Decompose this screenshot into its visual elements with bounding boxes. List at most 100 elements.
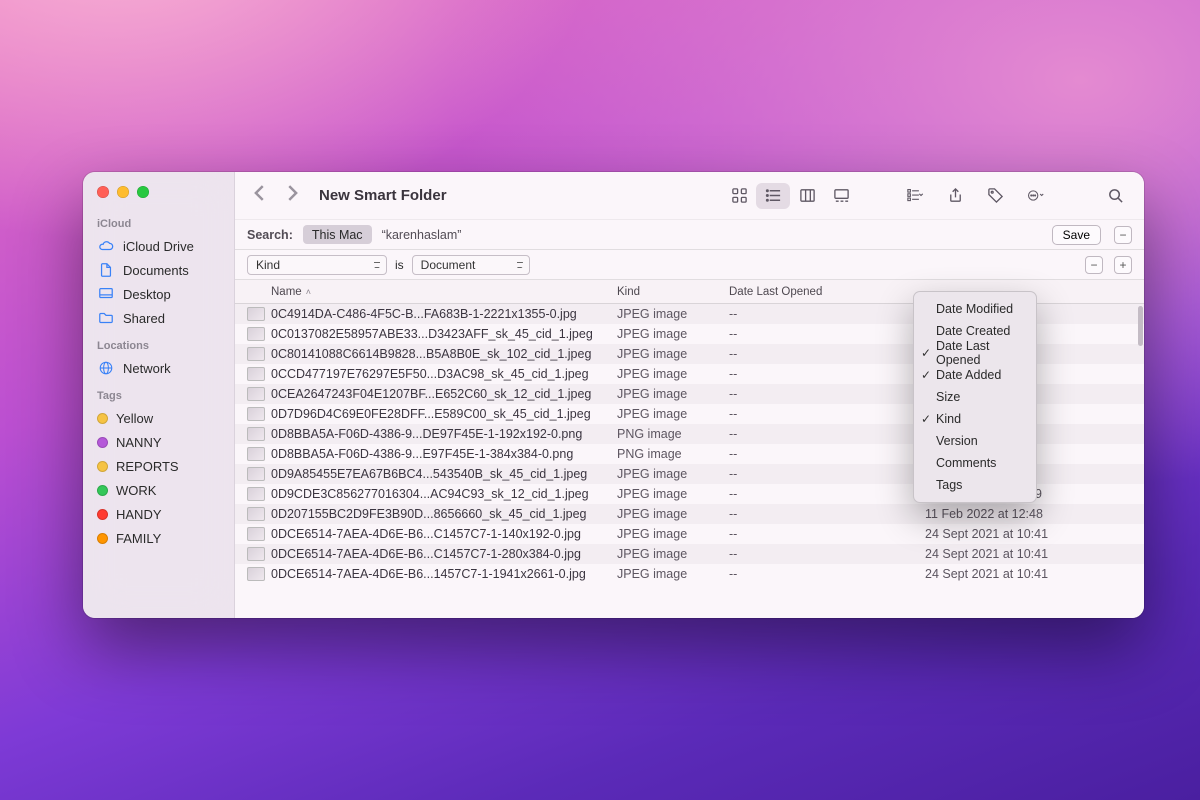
column-picker-item[interactable]: Date Added <box>914 364 1036 386</box>
file-thumbnail-icon <box>247 567 265 581</box>
file-row[interactable]: 0DCE6514-7AEA-4D6E-B6...C1457C7-1-140x19… <box>235 524 1144 544</box>
add-criteria-button[interactable]: + <box>1114 256 1132 274</box>
doc-icon <box>97 262 115 278</box>
sidebar-item[interactable]: Documents <box>83 258 234 282</box>
folder-icon <box>97 310 115 326</box>
scope-this-mac[interactable]: This Mac <box>303 225 372 244</box>
file-kind: JPEG image <box>617 307 729 321</box>
view-switcher <box>722 183 858 209</box>
file-date-last-opened: -- <box>729 567 925 581</box>
sidebar-item[interactable]: Yellow <box>83 406 234 430</box>
sidebar-group-label: Locations <box>83 330 234 356</box>
file-kind: JPEG image <box>617 527 729 541</box>
file-thumbnail-icon <box>247 347 265 361</box>
traffic-lights <box>83 182 234 208</box>
gallery-view-button[interactable] <box>824 183 858 209</box>
sidebar-item[interactable]: REPORTS <box>83 454 234 478</box>
sidebar-item[interactable]: Network <box>83 356 234 380</box>
sidebar-item-label: Shared <box>123 311 165 326</box>
sidebar-item[interactable]: iCloud Drive <box>83 234 234 258</box>
file-kind: JPEG image <box>617 467 729 481</box>
close-window-button[interactable] <box>97 186 109 198</box>
sidebar-item[interactable]: Desktop <box>83 282 234 306</box>
minimize-window-button[interactable] <box>117 186 129 198</box>
main-pane: New Smart Folder <box>235 172 1144 618</box>
column-header-name[interactable]: Name ˄ <box>271 286 617 298</box>
column-picker-item[interactable]: Date Modified <box>914 298 1036 320</box>
column-picker-item[interactable]: Tags <box>914 474 1036 496</box>
sidebar-item-label: Network <box>123 361 171 376</box>
file-date-last-opened: -- <box>729 407 925 421</box>
tag-color-dot <box>97 437 108 448</box>
file-kind: JPEG image <box>617 407 729 421</box>
column-picker-item[interactable]: Size <box>914 386 1036 408</box>
remove-criteria-button[interactable]: − <box>1085 256 1103 274</box>
file-thumbnail-icon <box>247 327 265 341</box>
zoom-window-button[interactable] <box>137 186 149 198</box>
file-date-last-opened: -- <box>729 367 925 381</box>
desktop-wallpaper: iCloudiCloud DriveDocumentsDesktopShared… <box>0 0 1200 800</box>
file-thumbnail-icon <box>247 407 265 421</box>
file-name: 0DCE6514-7AEA-4D6E-B6...C1457C7-1-280x38… <box>271 547 617 561</box>
forward-button[interactable] <box>281 182 303 209</box>
group-by-button[interactable] <box>900 183 930 209</box>
criteria-attribute-select[interactable]: Kind <box>247 255 387 275</box>
sidebar-item-label: REPORTS <box>116 459 179 474</box>
file-date-last-opened: -- <box>729 447 925 461</box>
column-header-date-last-opened[interactable]: Date Last Opened <box>729 286 925 298</box>
file-date-last-opened: -- <box>729 387 925 401</box>
file-kind: JPEG image <box>617 547 729 561</box>
scrollbar-thumb[interactable] <box>1138 306 1143 346</box>
back-button[interactable] <box>249 182 271 209</box>
column-picker-item[interactable]: Version <box>914 430 1036 452</box>
column-picker-item[interactable]: Comments <box>914 452 1036 474</box>
globe-icon <box>97 360 115 376</box>
file-kind: PNG image <box>617 447 729 461</box>
sidebar-item[interactable]: HANDY <box>83 502 234 526</box>
file-date-last-opened: -- <box>729 487 925 501</box>
sidebar-item-label: FAMILY <box>116 531 161 546</box>
tags-button[interactable] <box>980 183 1010 209</box>
remove-scope-button[interactable]: − <box>1114 226 1132 244</box>
file-date-added: 24 Sept 2021 at 10:41 <box>925 547 1144 561</box>
file-thumbnail-icon <box>247 467 265 481</box>
sidebar: iCloudiCloud DriveDocumentsDesktopShared… <box>83 172 235 618</box>
column-picker-item[interactable]: Date Last Opened <box>914 342 1036 364</box>
file-thumbnail-icon <box>247 307 265 321</box>
sidebar-item[interactable]: NANNY <box>83 430 234 454</box>
criteria-value-select[interactable]: Document <box>412 255 530 275</box>
file-date-last-opened: -- <box>729 307 925 321</box>
file-date-last-opened: -- <box>729 507 925 521</box>
column-header-kind[interactable]: Kind <box>617 286 729 298</box>
list-view-button[interactable] <box>756 183 790 209</box>
file-name: 0DCE6514-7AEA-4D6E-B6...1457C7-1-1941x26… <box>271 567 617 581</box>
file-name: 0D207155BC2D9FE3B90D...8656660_sk_45_cid… <box>271 507 617 521</box>
file-row[interactable]: 0DCE6514-7AEA-4D6E-B6...C1457C7-1-280x38… <box>235 544 1144 564</box>
file-thumbnail-icon <box>247 547 265 561</box>
sidebar-item[interactable]: Shared <box>83 306 234 330</box>
more-actions-button[interactable] <box>1020 183 1050 209</box>
sort-ascending-icon: ˄ <box>306 287 311 297</box>
save-search-button[interactable]: Save <box>1052 225 1101 245</box>
search-button[interactable] <box>1100 183 1130 209</box>
file-kind: JPEG image <box>617 387 729 401</box>
column-picker-item[interactable]: Kind <box>914 408 1036 430</box>
sidebar-item[interactable]: FAMILY <box>83 526 234 550</box>
file-row[interactable]: 0DCE6514-7AEA-4D6E-B6...1457C7-1-1941x26… <box>235 564 1144 584</box>
file-date-added: 24 Sept 2021 at 10:41 <box>925 567 1144 581</box>
toolbar: New Smart Folder <box>235 172 1144 220</box>
scope-user-folder[interactable]: “karenhaslam” <box>382 228 462 242</box>
finder-window: iCloudiCloud DriveDocumentsDesktopShared… <box>83 172 1144 618</box>
file-name: 0C80141088C6614B9828...B5A8B0E_sk_102_ci… <box>271 347 617 361</box>
share-button[interactable] <box>940 183 970 209</box>
file-thumbnail-icon <box>247 507 265 521</box>
file-row[interactable]: 0D207155BC2D9FE3B90D...8656660_sk_45_cid… <box>235 504 1144 524</box>
file-name: 0D8BBA5A-F06D-4386-9...E97F45E-1-384x384… <box>271 447 617 461</box>
sidebar-item[interactable]: WORK <box>83 478 234 502</box>
file-name: 0CCD477197E76297E5F50...D3AC98_sk_45_cid… <box>271 367 617 381</box>
sidebar-item-label: NANNY <box>116 435 162 450</box>
sidebar-item-label: iCloud Drive <box>123 239 194 254</box>
icon-view-button[interactable] <box>722 183 756 209</box>
column-view-button[interactable] <box>790 183 824 209</box>
file-name: 0D7D96D4C69E0FE28DFF...E589C00_sk_45_cid… <box>271 407 617 421</box>
